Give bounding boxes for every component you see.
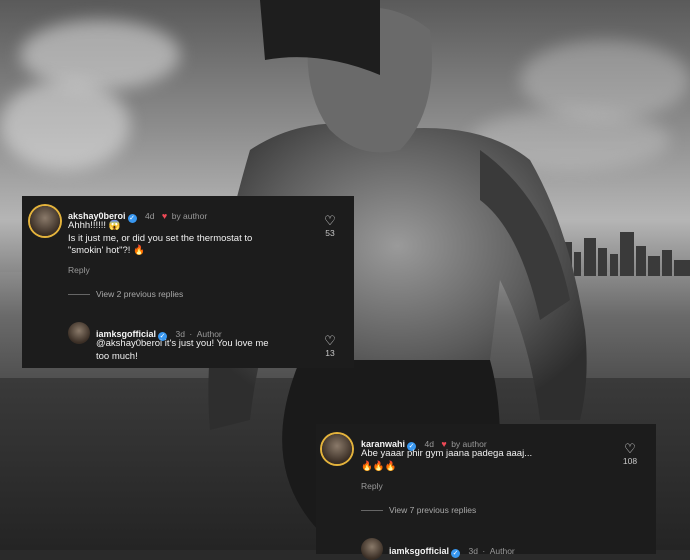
avatar[interactable]	[361, 538, 383, 560]
heart-outline-icon: ♡	[324, 333, 336, 348]
view-replies-label: View 2 previous replies	[96, 289, 184, 299]
avatar[interactable]	[68, 322, 90, 344]
reply-button[interactable]: Reply	[68, 265, 90, 275]
comment-card: karanwahi ✓ 4d ♥ by author Abe yaaar phir…	[316, 424, 656, 560]
divider-line	[361, 510, 383, 512]
comment-card: akshay0beroi ✓ 4d ♥ by author Ahhh!!!!!! …	[22, 196, 354, 368]
cloud	[20, 20, 180, 90]
reply-text: @akshay0beroi it's just you! You love me…	[96, 338, 311, 363]
comment-text-line: 🔥🔥🔥	[361, 460, 397, 472]
like-count: 53	[325, 228, 335, 238]
avatar[interactable]	[30, 206, 60, 236]
cloud	[0, 80, 130, 170]
comment-text-line: Is it just me, or did you set the thermo…	[68, 232, 253, 244]
view-replies-button[interactable]: View 2 previous replies	[68, 289, 183, 299]
comment-text-line: Ahhh!!!!!! 😱	[68, 220, 121, 231]
heart-outline-icon: ♡	[324, 213, 336, 228]
reply-username[interactable]: iamksgofficial	[389, 546, 449, 556]
like-button[interactable]: ♡ 108	[620, 441, 640, 467]
like-button[interactable]: ♡ 53	[320, 213, 340, 239]
comment-text-line: "smokin' hot"?! 🔥	[68, 245, 145, 256]
author-label: Author	[489, 546, 515, 556]
separator-dot: ·	[482, 546, 486, 556]
like-count: 13	[325, 348, 335, 358]
reply-text-line: @akshay0beroi it's just you! You love me	[96, 338, 269, 349]
comment-text: Ahhh!!!!!! 😱 Is it just me, or did you s…	[68, 220, 308, 258]
verified-badge-icon: ✓	[451, 549, 461, 558]
heart-outline-icon: ♡	[624, 441, 636, 456]
reply-button[interactable]: Reply	[361, 481, 383, 491]
reply-time: 3d	[468, 546, 478, 556]
avatar[interactable]	[322, 434, 352, 464]
view-replies-label: View 7 previous replies	[389, 505, 477, 515]
comment-text: Abe yaaar phir gym jaana padega aaaj... …	[361, 448, 611, 473]
view-replies-button[interactable]: View 7 previous replies	[361, 505, 476, 515]
like-button[interactable]: ♡ 13	[320, 333, 340, 359]
reply-text-line: too much!	[96, 350, 138, 362]
comment-text-line: Abe yaaar phir gym jaana padega aaaj...	[361, 448, 533, 459]
divider-line	[68, 294, 90, 296]
like-count: 108	[622, 456, 638, 466]
